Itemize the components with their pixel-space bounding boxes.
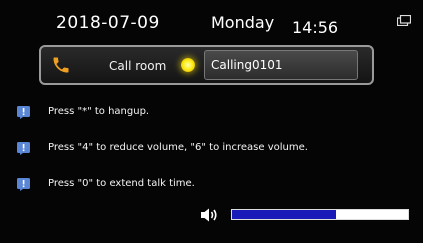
- info-icon: [17, 106, 30, 119]
- call-room-label: Call room: [109, 59, 167, 73]
- info-icon: [17, 142, 30, 155]
- weekday-label: Monday: [211, 13, 275, 32]
- volume-bar[interactable]: [231, 209, 409, 220]
- hint-text: Press "4" to reduce volume, "6" to incre…: [48, 142, 308, 153]
- hint-text: Press "*" to hangup.: [48, 106, 150, 117]
- status-dot: [181, 58, 195, 72]
- info-icon: [17, 178, 30, 191]
- intercom-screen: 2018-07-09 Monday 14:56 Call room Callin…: [0, 0, 423, 243]
- window-icon[interactable]: [397, 15, 411, 26]
- phone-icon: [53, 57, 69, 73]
- hint-text: Press "0" to extend talk time.: [48, 178, 195, 189]
- room-name-field[interactable]: Calling0101: [204, 50, 358, 80]
- volume-level-fill: [232, 210, 336, 219]
- date-label: 2018-07-09: [56, 13, 160, 33]
- call-bar: Call room Calling0101: [39, 45, 374, 85]
- time-label: 14:56: [292, 18, 339, 37]
- speaker-icon: [201, 208, 217, 222]
